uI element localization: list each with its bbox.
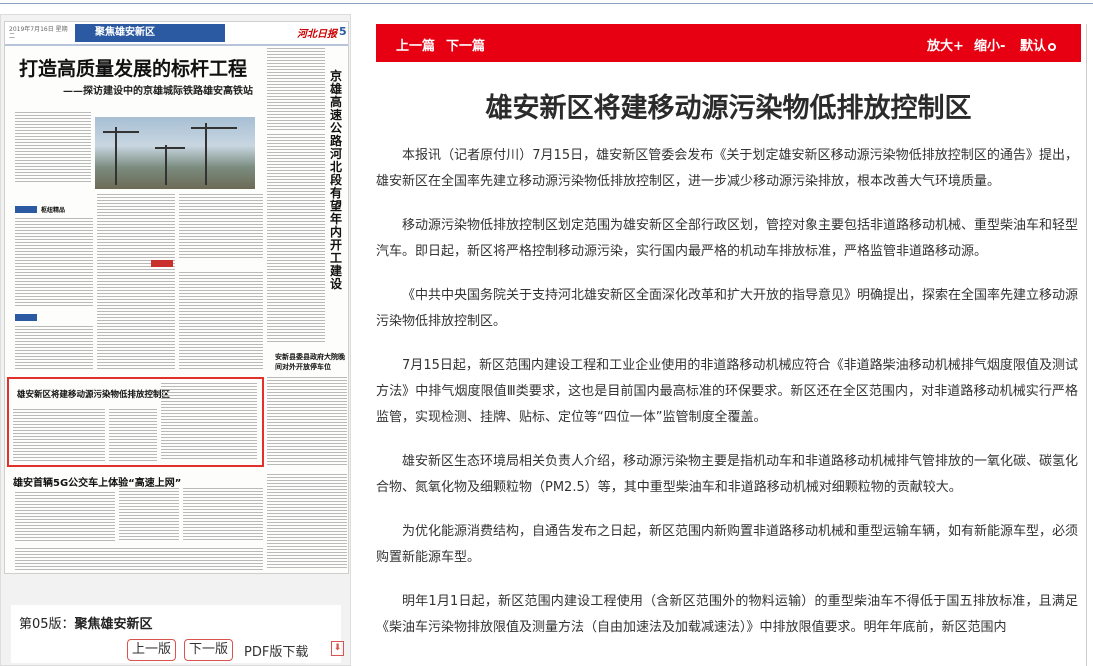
newspaper-page-thumbnail[interactable]: 2019年7月16日 星期二 聚焦雄安新区 河北日报 5 打造高质量发展的标杆工… — [4, 21, 349, 574]
next-page-button[interactable]: 下一版 — [184, 639, 234, 661]
prev-article-link[interactable]: 上一篇 — [396, 35, 435, 54]
page-navigator: 第05版：聚焦雄安新区 上一版 下一版 PDF版下载 ⬇ — [11, 605, 344, 663]
default-size-label: 默认 — [1020, 39, 1047, 54]
newspaper-text-block — [267, 48, 325, 130]
newspaper-tag — [15, 314, 37, 321]
newspaper-date: 2019年7月16日 星期二 — [9, 26, 68, 40]
newspaper-text-block — [267, 377, 347, 465]
newspaper-photo — [95, 117, 255, 189]
article-paragraph: 移动源污染物低排放控制区划定范围为雄安新区全部行政区划，管控对象主要包括非道路移… — [376, 218, 1079, 259]
newspaper-text-block — [15, 492, 115, 542]
top-divider — [0, 0, 1093, 4]
article-title: 雄安新区将建移动源污染物低排放控制区 — [485, 93, 972, 124]
newspaper-bottom-headline[interactable]: 雄安首辆5G公交车上体验“高速上网” — [13, 474, 181, 489]
article-paragraph: 为优化能源消费结构，自通告发布之日起，新区范围内新购置非道路移动机械和重型运输车… — [376, 524, 1079, 565]
newspaper-text-block — [13, 409, 105, 461]
newspaper-text-block — [15, 112, 91, 184]
zoom-in-button[interactable]: 放大+ — [927, 35, 964, 54]
newspaper-tag — [151, 260, 173, 267]
article-paragraph: 7月15日起，新区范围内建设工程和工业企业使用的非道路移动机械应符合《非道路柴油… — [376, 358, 1078, 425]
newspaper-text-block — [183, 488, 263, 542]
newspaper-text-block — [179, 272, 263, 370]
pdf-download-link[interactable]: PDF版下载 — [244, 641, 308, 660]
newspaper-vertical-headline[interactable]: 京雄高速公路河北段有望年内开工建设 — [330, 70, 344, 291]
newspaper-main-headline[interactable]: 打造高质量发展的标杆工程 — [19, 54, 247, 81]
next-article-link[interactable]: 下一篇 — [446, 35, 485, 54]
page-section-name: 聚焦雄安新区 — [74, 617, 153, 632]
article-paragraph: 《中共中央国务院关于支持河北雄安新区全面深化改革和扩大开放的指导意见》明确提出，… — [376, 288, 1079, 329]
article-body: 本报讯（记者原付川）7月15日，雄安新区管委会发布《关于划定雄安新区移动源污染物… — [376, 143, 1078, 659]
newspaper-tag — [15, 206, 37, 213]
highlighted-article-box[interactable]: 雄安新区将建移动源污染物低排放控制区 — [7, 377, 264, 467]
newspaper-text-block — [119, 488, 179, 542]
article-paragraph: 明年1月1日起，新区范围内建设工程使用（含新区范围外的物料运输）的重型柴油车不得… — [376, 594, 1078, 635]
reset-icon — [1048, 42, 1057, 51]
newspaper-side-headline[interactable]: 安新县委县政府大院晚间对外开放停车位 — [275, 352, 348, 372]
newspaper-text-block — [109, 409, 157, 461]
article-toolbar: 上一篇 下一篇 放大+ 缩小- 默认 — [376, 24, 1081, 62]
highlighted-article-headline: 雄安新区将建移动源污染物低排放控制区 — [17, 390, 171, 400]
default-size-button[interactable]: 默认 — [1020, 35, 1057, 54]
newspaper-brand: 河北日报 — [297, 29, 337, 40]
newspaper-text-block — [15, 548, 263, 572]
newspaper-main-subheadline: ——探访建设中的京雄城际铁路雄安高铁站 — [63, 86, 253, 97]
newspaper-section-banner: 聚焦雄安新区 — [75, 24, 225, 42]
zoom-out-button[interactable]: 缩小- — [974, 35, 1005, 54]
page-number-label: 第05版： — [19, 617, 75, 632]
newspaper-page-number: 5 — [339, 25, 347, 38]
newspaper-text-block — [15, 326, 93, 370]
newspaper-subhead: 枢纽精品 — [41, 207, 66, 214]
article-paragraph: 本报讯（记者原付川）7月15日，雄安新区管委会发布《关于划定雄安新区移动源污染物… — [376, 148, 1078, 189]
prev-page-button[interactable]: 上一版 — [127, 639, 177, 661]
page-label: 第05版：聚焦雄安新区 — [19, 613, 153, 632]
newspaper-text-block — [161, 383, 257, 461]
newspaper-text-block — [267, 134, 325, 344]
pdf-icon[interactable]: ⬇ — [331, 641, 344, 656]
newspaper-text-block — [179, 194, 263, 258]
newspaper-text-block — [267, 474, 347, 570]
newspaper-text-block — [15, 218, 93, 308]
article-paragraph: 雄安新区生态环境局相关负责人介绍，移动源污染物主要是指机动车和非道路移动机械排气… — [376, 454, 1079, 495]
content-right-border — [1086, 24, 1087, 666]
newspaper-text-block — [97, 194, 175, 370]
newspaper-header: 2019年7月16日 星期二 聚焦雄安新区 河北日报 5 — [5, 22, 348, 46]
newspaper-page-panel: 2019年7月16日 星期二 聚焦雄安新区 河北日报 5 打造高质量发展的标杆工… — [0, 14, 351, 666]
